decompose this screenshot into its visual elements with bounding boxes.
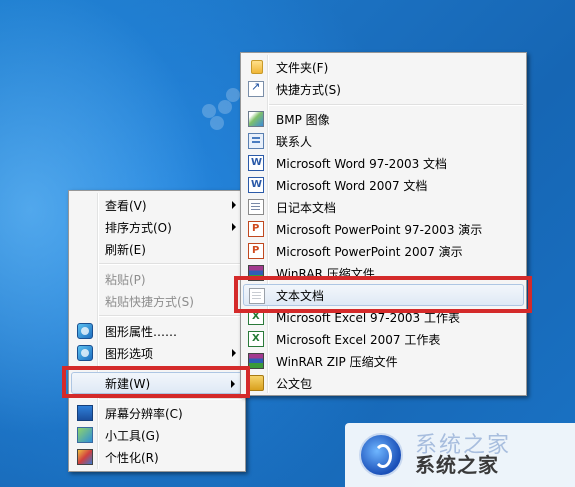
- menu-item-label: Microsoft PowerPoint 97-2003 演示: [276, 222, 483, 237]
- menu-item-label: 排序方式(O): [105, 220, 172, 235]
- menu-item-graphics-options[interactable]: 图形选项: [71, 342, 243, 364]
- watermark-logo-icon: [359, 433, 403, 477]
- menu-item-paste-shortcut: 粘贴快捷方式(S): [71, 290, 243, 312]
- excel-icon: [248, 331, 264, 347]
- menu-item-label: 快捷方式(S): [276, 82, 341, 97]
- journal-document-icon: [248, 199, 264, 215]
- menu-item-label: BMP 图像: [276, 112, 330, 127]
- new-submenu: 文件夹(F) 快捷方式(S) BMP 图像 联系人 Microsoft Word…: [240, 52, 527, 396]
- menu-item-label: 个性化(R): [105, 450, 159, 465]
- graphics-properties-icon: [77, 323, 93, 339]
- menu-item-label: 公文包: [276, 376, 313, 391]
- wallpaper-bubble: [226, 88, 240, 102]
- word-document-icon: [248, 177, 264, 193]
- menu-separator: [99, 398, 242, 400]
- new-folder-item[interactable]: 文件夹(F): [243, 56, 524, 78]
- graphics-options-icon: [77, 345, 93, 361]
- screen-resolution-icon: [77, 405, 93, 421]
- menu-item-personalize[interactable]: 个性化(R): [71, 446, 243, 468]
- powerpoint-icon: [248, 243, 264, 259]
- menu-item-gadgets[interactable]: 小工具(G): [71, 424, 243, 446]
- menu-item-label: 图形选项: [105, 346, 154, 361]
- menu-item-label: 小工具(G): [105, 428, 160, 443]
- menu-item-label: 日记本文档: [276, 200, 337, 215]
- menu-item-view[interactable]: 查看(V): [71, 194, 243, 216]
- watermark: 系统之家 系统之家: [345, 423, 575, 487]
- powerpoint-icon: [248, 221, 264, 237]
- menu-separator: [99, 315, 242, 317]
- submenu-arrow-icon: [232, 223, 236, 231]
- menu-item-refresh[interactable]: 刷新(E): [71, 238, 243, 260]
- watermark-text: 系统之家: [415, 453, 499, 477]
- new-word-2007-item[interactable]: Microsoft Word 2007 文档: [243, 174, 524, 196]
- menu-item-graphics-properties[interactable]: 图形属性……: [71, 320, 243, 342]
- menu-item-screen-resolution[interactable]: 屏幕分辨率(C): [71, 402, 243, 424]
- menu-item-label: 刷新(E): [105, 242, 146, 257]
- submenu-arrow-icon: [232, 201, 236, 209]
- menu-item-label: 屏幕分辨率(C): [105, 406, 183, 421]
- new-contact-item[interactable]: 联系人: [243, 130, 524, 152]
- word-document-icon: [248, 155, 264, 171]
- menu-item-label: Microsoft Excel 2007 工作表: [276, 332, 441, 347]
- bmp-image-icon: [248, 111, 264, 127]
- new-journal-item[interactable]: 日记本文档: [243, 196, 524, 218]
- menu-item-label: Microsoft Word 97-2003 文档: [276, 156, 448, 171]
- menu-item-paste: 粘贴(P): [71, 268, 243, 290]
- wallpaper-bubble: [210, 116, 224, 130]
- menu-item-label: Microsoft Word 2007 文档: [276, 178, 428, 193]
- menu-item-label: 粘贴快捷方式(S): [105, 294, 194, 309]
- winrar-zip-icon: [248, 353, 264, 369]
- new-bmp-image-item[interactable]: BMP 图像: [243, 108, 524, 130]
- menu-item-label: 图形属性……: [105, 324, 178, 339]
- menu-item-label: 联系人: [276, 134, 313, 149]
- desktop-context-menu: 查看(V) 排序方式(O) 刷新(E) 粘贴(P) 粘贴快捷方式(S) 图形属性…: [68, 190, 246, 472]
- submenu-arrow-icon: [232, 349, 236, 357]
- new-powerpoint-2007-item[interactable]: Microsoft PowerPoint 2007 演示: [243, 240, 524, 262]
- wallpaper-bubble: [218, 100, 232, 114]
- gadgets-icon: [77, 427, 93, 443]
- personalize-icon: [77, 449, 93, 465]
- annotation-box-text-document: [234, 276, 532, 313]
- contact-icon: [248, 133, 264, 149]
- menu-separator: [269, 104, 523, 106]
- menu-separator: [99, 263, 242, 265]
- menu-item-label: 查看(V): [105, 198, 147, 213]
- folder-icon: [251, 60, 263, 74]
- shortcut-icon: [248, 80, 264, 97]
- annotation-box-new: [62, 366, 250, 398]
- new-winrar-zip-item[interactable]: WinRAR ZIP 压缩文件: [243, 350, 524, 372]
- new-powerpoint-97-2003-item[interactable]: Microsoft PowerPoint 97-2003 演示: [243, 218, 524, 240]
- menu-item-sort-by[interactable]: 排序方式(O): [71, 216, 243, 238]
- new-shortcut-item[interactable]: 快捷方式(S): [243, 78, 524, 100]
- menu-item-label: WinRAR ZIP 压缩文件: [276, 354, 398, 369]
- new-briefcase-item[interactable]: 公文包: [243, 372, 524, 394]
- menu-item-label: Microsoft PowerPoint 2007 演示: [276, 244, 463, 259]
- menu-item-label: 文件夹(F): [276, 60, 329, 75]
- briefcase-icon: [248, 375, 264, 391]
- new-excel-2007-item[interactable]: Microsoft Excel 2007 工作表: [243, 328, 524, 350]
- menu-item-label: 粘贴(P): [105, 272, 146, 287]
- new-word-97-2003-item[interactable]: Microsoft Word 97-2003 文档: [243, 152, 524, 174]
